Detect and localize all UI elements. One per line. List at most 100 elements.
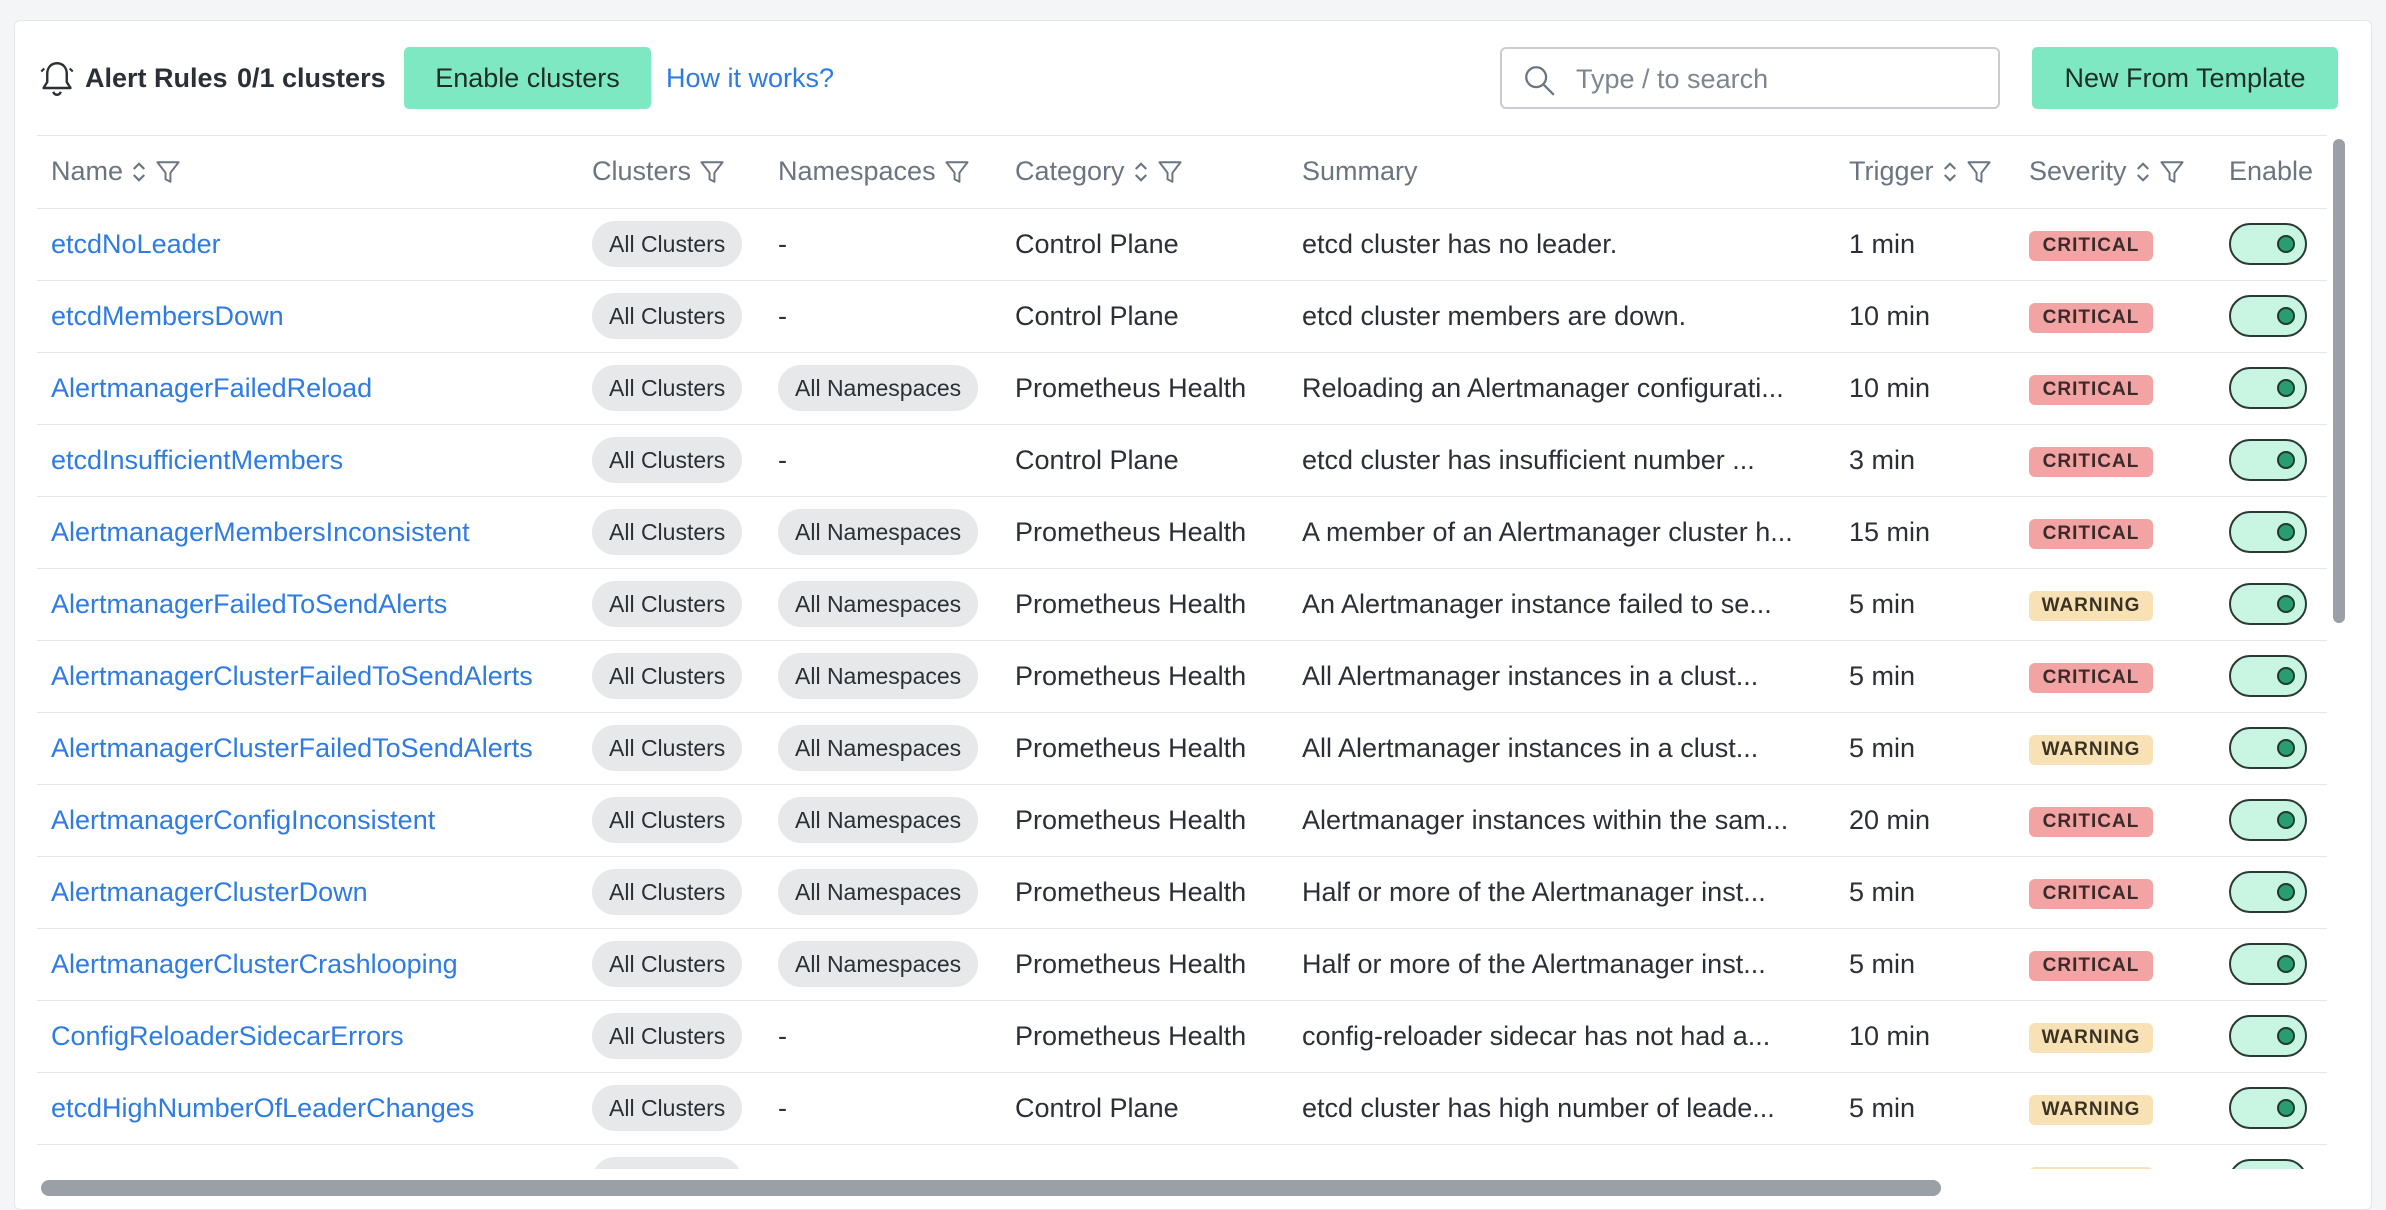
cell-severity: WARNING [2015,1072,2215,1145]
filter-icon[interactable] [1966,159,1992,185]
toggle-knob [2277,1099,2295,1117]
cell-clusters: All Clusters [578,568,764,641]
table-row[interactable]: AlertmanagerFailedToSendAlerts All Clust… [37,568,2327,641]
cell-clusters: All Clusters [578,208,764,281]
enabled-toggle[interactable] [2229,799,2307,841]
rule-name-link[interactable]: AlertmanagerClusterFailedToSendAlerts [51,661,533,691]
enabled-toggle[interactable] [2229,1159,2307,1169]
enabled-toggle[interactable] [2229,655,2307,697]
filter-icon[interactable] [944,159,970,185]
search-input[interactable] [1576,59,1976,99]
table-row[interactable]: AlertmanagerMembersInconsistent All Clus… [37,496,2327,569]
enabled-toggle[interactable] [2229,439,2307,481]
namespaces-pill: All Namespaces [778,869,979,915]
cell-category: Prometheus Health [1001,640,1288,713]
column-header-label: Trigger [1849,156,1934,187]
enabled-toggle[interactable] [2229,367,2307,409]
enabled-toggle[interactable] [2229,1015,2307,1057]
table-body: etcdNoLeader All Clusters - Control Plan… [37,208,2327,1169]
cell-severity: CRITICAL [2015,640,2215,713]
cell-namespaces: All Namespaces [764,856,1001,929]
rule-name-link[interactable]: AlertmanagerClusterDown [51,877,368,907]
cell-trigger: 5 min [1835,712,2015,785]
cell-trigger: 15 min [1835,496,2015,569]
column-header-label: Name [51,156,124,187]
rule-name-link[interactable]: AlertmanagerFailedReload [51,373,372,403]
table-row[interactable]: etcdMembersDown All Clusters - Control P… [37,280,2327,353]
table-row[interactable]: etcdHighNumberOfFailedGRPCRequests All C… [37,1144,2327,1169]
namespaces-value: - [778,1165,787,1170]
rule-name-link[interactable]: ConfigReloaderSidecarErrors [51,1021,404,1051]
how-it-works-link[interactable]: How it works? [666,63,834,94]
cell-namespaces: All Namespaces [764,352,1001,425]
sort-icon[interactable] [131,160,147,184]
toggle-knob [2277,523,2295,541]
rule-name-link[interactable]: AlertmanagerMembersInconsistent [51,517,470,547]
cell-clusters: All Clusters [578,1144,764,1169]
sort-icon[interactable] [1942,160,1958,184]
cell-trigger: 5 min [1835,568,2015,641]
filter-icon[interactable] [699,159,725,185]
cell-namespaces: - [764,1000,1001,1073]
rule-name-link[interactable]: AlertmanagerFailedToSendAlerts [51,589,447,619]
table-row[interactable]: etcdInsufficientMembers All Clusters - C… [37,424,2327,497]
column-header-clusters[interactable]: Clusters [578,136,764,209]
cell-clusters: All Clusters [578,1072,764,1145]
search-box[interactable] [1500,47,2000,109]
table-row[interactable]: AlertmanagerClusterFailedToSendAlerts Al… [37,712,2327,785]
rule-name-link[interactable]: AlertmanagerClusterCrashlooping [51,949,458,979]
table-row[interactable]: AlertmanagerClusterFailedToSendAlerts Al… [37,640,2327,713]
toggle-knob [2277,739,2295,757]
cell-trigger: 1 min [1835,208,2015,281]
vertical-scrollbar[interactable] [2333,139,2345,623]
new-from-template-button[interactable]: New From Template [2032,47,2338,109]
filter-icon[interactable] [1157,159,1183,185]
toggle-knob [2277,883,2295,901]
enabled-toggle[interactable] [2229,223,2307,265]
cell-trigger: 5 min [1835,640,2015,713]
rule-name-link[interactable]: etcdInsufficientMembers [51,445,343,475]
cell-name: AlertmanagerFailedReload [37,352,578,425]
rule-name-link[interactable]: etcdHighNumberOfFailedGRPCRequests [51,1165,548,1170]
rule-name-link[interactable]: AlertmanagerConfigInconsistent [51,805,435,835]
horizontal-scrollbar[interactable] [41,1180,1941,1196]
namespaces-pill: All Namespaces [778,509,979,555]
toggle-knob [2277,235,2295,253]
table-row[interactable]: etcdNoLeader All Clusters - Control Plan… [37,208,2327,281]
column-header-trigger[interactable]: Trigger [1835,136,2015,209]
cell-name: AlertmanagerClusterFailedToSendAlerts [37,640,578,713]
rule-name-link[interactable]: etcdNoLeader [51,229,221,259]
filter-icon[interactable] [155,159,181,185]
rule-name-link[interactable]: etcdHighNumberOfLeaderChanges [51,1093,474,1123]
table-row[interactable]: AlertmanagerClusterDown All Clusters All… [37,856,2327,929]
enabled-toggle[interactable] [2229,583,2307,625]
table-row[interactable]: AlertmanagerConfigInconsistent All Clust… [37,784,2327,857]
filter-icon[interactable] [2159,159,2185,185]
enabled-toggle[interactable] [2229,871,2307,913]
column-header-severity[interactable]: Severity [2015,136,2215,209]
table-row[interactable]: AlertmanagerFailedReload All Clusters Al… [37,352,2327,425]
cell-enabled [2215,928,2327,1001]
enabled-toggle[interactable] [2229,1087,2307,1129]
enabled-toggle[interactable] [2229,295,2307,337]
cell-category: Control Plane [1001,424,1288,497]
enabled-toggle[interactable] [2229,943,2307,985]
column-header-namespaces[interactable]: Namespaces [764,136,1001,209]
table-row[interactable]: AlertmanagerClusterCrashlooping All Clus… [37,928,2327,1001]
enable-clusters-button[interactable]: Enable clusters [404,47,651,109]
table-row[interactable]: etcdHighNumberOfLeaderChanges All Cluste… [37,1072,2327,1145]
cell-name: AlertmanagerClusterFailedToSendAlerts [37,712,578,785]
cell-clusters: All Clusters [578,784,764,857]
enabled-toggle[interactable] [2229,727,2307,769]
column-header-category[interactable]: Category [1001,136,1288,209]
sort-icon[interactable] [1133,160,1149,184]
cell-summary: config-reloader sidecar has not had a... [1288,1000,1835,1073]
cell-name: AlertmanagerFailedToSendAlerts [37,568,578,641]
rule-name-link[interactable]: AlertmanagerClusterFailedToSendAlerts [51,733,533,763]
rule-name-link[interactable]: etcdMembersDown [51,301,284,331]
column-header-name[interactable]: Name [37,136,578,209]
sort-icon[interactable] [2135,160,2151,184]
clusters-pill: All Clusters [592,293,743,339]
table-row[interactable]: ConfigReloaderSidecarErrors All Clusters… [37,1000,2327,1073]
enabled-toggle[interactable] [2229,511,2307,553]
